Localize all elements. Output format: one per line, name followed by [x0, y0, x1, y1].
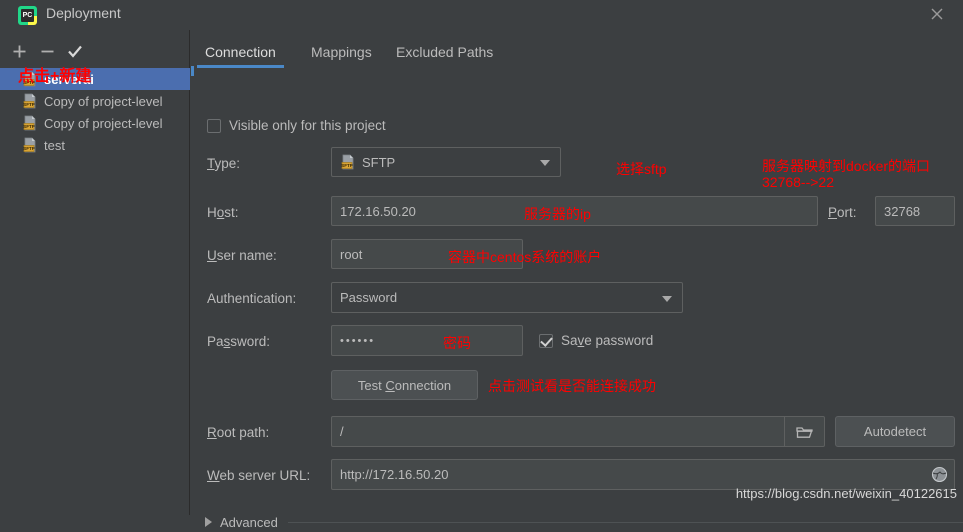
svg-text:SFTP: SFTP: [341, 163, 353, 168]
title-bar: PC Deployment: [0, 0, 963, 30]
root-path-input[interactable]: /: [331, 416, 825, 447]
logo-text: PC: [21, 9, 34, 22]
checkmark-icon[interactable]: [62, 40, 88, 64]
host-input[interactable]: 172.16.50.20: [331, 196, 818, 226]
type-label: Type:: [207, 156, 241, 171]
save-password-checkbox-box[interactable]: [539, 333, 553, 348]
svg-text:SFTP: SFTP: [23, 124, 35, 129]
close-icon[interactable]: [927, 4, 949, 26]
list-item-label: serverai: [44, 71, 94, 87]
port-input[interactable]: 32768: [875, 196, 955, 226]
svg-text:SFTP: SFTP: [23, 80, 35, 85]
username-input[interactable]: root: [331, 239, 523, 269]
visible-only-checkbox[interactable]: Visible only for this project: [207, 118, 386, 133]
globe-icon[interactable]: [931, 466, 948, 483]
list-item[interactable]: SFTP serverai: [0, 68, 190, 90]
authentication-label: Authentication:: [207, 291, 297, 306]
host-label: Host:: [207, 205, 239, 220]
autodetect-label: Autodetect: [863, 424, 927, 439]
sftp-icon: SFTP: [22, 115, 38, 131]
sftp-icon: SFTP: [340, 154, 356, 170]
password-input[interactable]: ••••••: [331, 325, 523, 356]
username-label: User name:: [207, 248, 277, 263]
svg-text:SFTP: SFTP: [23, 102, 35, 107]
type-combobox[interactable]: SFTP SFTP: [331, 147, 561, 177]
password-label: Password:: [207, 334, 271, 349]
host-value: 172.16.50.20: [340, 203, 416, 219]
tab-excluded-paths[interactable]: Excluded Paths: [388, 36, 501, 68]
save-password-checkbox[interactable]: Save password: [539, 333, 653, 348]
remove-icon[interactable]: [34, 40, 60, 64]
page-title: Deployment: [46, 5, 121, 21]
annotation-port-mapping-line1: 服务器映射到docker的端口: [762, 158, 931, 174]
annotation-test-connection: 点击测试看是否能连接成功: [488, 378, 656, 394]
type-label-rest: ype:: [214, 156, 241, 171]
tab-connection-label: Connection: [205, 44, 276, 60]
username-value: root: [340, 246, 363, 262]
tab-connection[interactable]: Connection: [197, 36, 284, 68]
visible-only-checkbox-box[interactable]: [207, 118, 221, 133]
test-connection-button[interactable]: Test Connection: [331, 370, 478, 400]
server-list[interactable]: SFTP serverai SFTP Copy of project-level SFT…: [0, 68, 190, 156]
port-value: 32768: [884, 203, 921, 219]
advanced-divider: [287, 521, 963, 523]
list-item-label: Copy of project-level: [44, 115, 163, 131]
autodetect-button[interactable]: Autodetect: [835, 416, 955, 447]
port-label: Port:: [828, 205, 857, 220]
watermark: https://blog.csdn.net/weixin_40122615: [735, 486, 957, 501]
list-item[interactable]: SFTP Copy of project-level: [0, 90, 190, 112]
save-password-label: Save password: [561, 333, 654, 348]
tab-mappings[interactable]: Mappings: [303, 36, 380, 68]
svg-text:SFTP: SFTP: [23, 146, 35, 151]
annotation-port-mapping-line2: 32768-->22: [762, 174, 835, 190]
sidebar-toolbar: [0, 38, 190, 68]
root-path-label: Root path:: [207, 425, 270, 440]
pycharm-logo-icon: PC: [18, 6, 37, 25]
advanced-section[interactable]: Advanced: [205, 512, 963, 532]
tab-excluded-paths-label: Excluded Paths: [396, 44, 494, 60]
chevron-down-icon[interactable]: [662, 295, 672, 302]
list-item-label: Copy of project-level: [44, 93, 163, 109]
list-item[interactable]: SFTP test: [0, 134, 190, 156]
list-item-label: test: [44, 137, 65, 153]
list-item[interactable]: SFTP Copy of project-level: [0, 112, 190, 134]
authentication-combobox[interactable]: Password: [331, 282, 683, 313]
folder-icon[interactable]: [784, 417, 824, 446]
root-path-value: /: [340, 424, 344, 439]
web-server-url-label: Web server URL:: [207, 468, 311, 483]
visible-only-label: Visible only for this project: [229, 118, 386, 133]
chevron-down-icon[interactable]: [540, 160, 550, 166]
connection-panel: Connection Mappings Excluded Paths Visib…: [191, 30, 963, 530]
sftp-icon: SFTP: [22, 71, 38, 87]
deployment-sidebar: 点击+新建 SFTP serverai SFTP Copy of project-le…: [0, 30, 190, 515]
tab-bar: Connection Mappings Excluded Paths: [191, 36, 963, 70]
chevron-right-icon[interactable]: [205, 517, 212, 527]
authentication-value: Password: [340, 290, 398, 305]
sftp-icon: SFTP: [22, 137, 38, 153]
password-value: ••••••: [340, 334, 376, 347]
web-server-url-value: http://172.16.50.20: [340, 467, 449, 482]
tab-mappings-label: Mappings: [311, 44, 372, 60]
type-value: SFTP: [362, 154, 396, 170]
add-icon[interactable]: [6, 40, 32, 64]
annotation-select-sftp: 选择sftp: [616, 161, 667, 177]
tab-active-underline: [197, 65, 284, 68]
test-connection-label: Test Connection: [357, 377, 452, 393]
sftp-icon: SFTP: [22, 93, 38, 109]
advanced-label: Advanced: [220, 514, 278, 530]
tab-left-marker: [191, 66, 194, 76]
